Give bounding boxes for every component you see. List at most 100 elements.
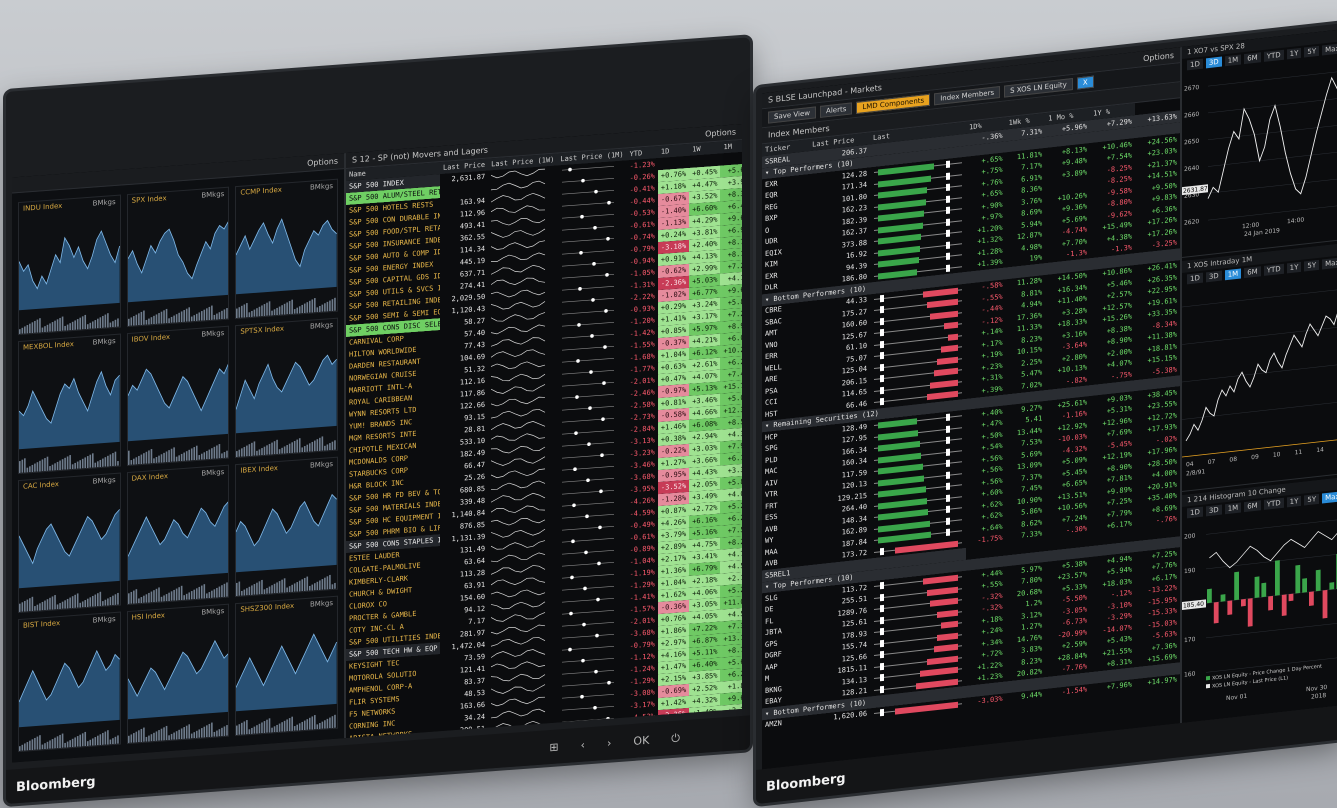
chart-tab[interactable]: 6M <box>1244 266 1261 279</box>
mini-volume-bar <box>331 441 334 451</box>
chart-tab[interactable]: 1Y <box>1286 495 1302 508</box>
mini-volume-bar <box>162 310 165 324</box>
mini-volume-bar <box>183 595 185 601</box>
chart-tab[interactable]: YTD <box>1263 49 1284 62</box>
mini-volume-bar <box>294 308 296 314</box>
histogram-bar <box>1227 600 1233 615</box>
bar-fill <box>940 620 959 629</box>
chart-tab[interactable]: 1M <box>1224 268 1242 281</box>
mini-volume-bar <box>205 593 208 599</box>
mini-chart[interactable]: MEXBOL Index BMkgs <box>18 333 121 475</box>
mini-volume-bar <box>59 734 61 749</box>
row-icon <box>802 450 810 462</box>
chart-tab[interactable]: 1M <box>1224 54 1242 67</box>
chart-tab[interactable]: 1Y <box>1286 261 1302 274</box>
mini-chart[interactable]: IBEX Index BMkgs <box>235 456 338 598</box>
chart-tab[interactable]: 1D <box>1187 506 1203 519</box>
mini-volume-bar <box>132 590 135 604</box>
row-icon <box>802 427 810 439</box>
chart-tab[interactable]: 1Y <box>1286 47 1302 60</box>
monitor-control-button[interactable]: ‹ <box>581 738 585 752</box>
mini-volume-bar <box>36 319 39 333</box>
mini-chart[interactable]: CCMP Index BMkgs <box>235 178 338 320</box>
mini-volume-bar <box>167 318 170 324</box>
bar-marker <box>946 252 951 261</box>
mini-volume-bar <box>251 727 254 734</box>
chart-tab[interactable]: Max <box>1322 257 1337 270</box>
mini-volume-bar <box>152 590 155 603</box>
mini-volume-bar <box>74 594 76 608</box>
launchpad-options-button[interactable]: Options <box>1143 51 1174 63</box>
chart-tab[interactable]: Max <box>1322 43 1337 56</box>
chart-tab[interactable]: 6M <box>1244 500 1261 513</box>
mini-volume-bar <box>54 595 56 610</box>
monitor-control-button[interactable]: ⏻ <box>671 732 680 747</box>
mini-chart[interactable]: SHSZ300 Index BMkgs <box>235 595 338 737</box>
chart-tab[interactable]: 3D <box>1205 270 1222 283</box>
mini-volume-bar <box>276 724 279 733</box>
chart-tab[interactable]: 3D <box>1205 56 1222 69</box>
mini-volume-bar <box>177 455 180 462</box>
mini-volume-bar <box>210 305 213 320</box>
mini-volume-bar <box>274 309 276 316</box>
mini-chart[interactable]: DAX Index BMkgs <box>126 464 230 606</box>
movers-options-button[interactable]: Options <box>705 127 736 138</box>
mini-volume-bar <box>306 444 309 452</box>
toolbar-button[interactable]: Save View <box>768 106 817 124</box>
mini-volume-bar <box>56 604 59 610</box>
mini-chart[interactable]: SPTSX Index BMkgs <box>235 317 338 459</box>
mini-volume-bar <box>170 448 173 462</box>
mini-volume-bar <box>258 449 261 456</box>
mini-volume-bar <box>326 444 329 451</box>
bar-marker <box>946 436 951 445</box>
row-icon <box>802 324 810 336</box>
mini-volume-bar <box>26 325 29 334</box>
mini-volume-bar <box>296 307 299 314</box>
mini-chart[interactable]: IBOV Index BMkgs <box>126 325 230 467</box>
chart-tab[interactable]: 1M <box>1224 502 1242 515</box>
mini-volume-bar <box>213 731 215 737</box>
chart-tab[interactable]: 5Y <box>1304 259 1320 272</box>
chart-tab[interactable]: 5Y <box>1304 493 1320 506</box>
column-header[interactable] <box>801 139 810 152</box>
mini-volume-bar <box>26 742 29 751</box>
bar-fill <box>933 367 959 377</box>
chart-tab[interactable]: YTD <box>1263 263 1284 276</box>
histogram-bar <box>1302 578 1307 593</box>
mini-chart[interactable]: CAC Index BMkgs <box>18 472 121 614</box>
mini-chart-grid: INDU Index BMkgs SPX Index BMkgs CCMP Index B… <box>18 178 338 753</box>
toolbar-button[interactable]: Alerts <box>820 102 853 118</box>
mini-volume-bar <box>109 454 112 467</box>
mini-volume-bar <box>39 318 41 333</box>
chart-tab[interactable]: 1D <box>1187 58 1203 71</box>
mini-chart[interactable]: BIST Index BMkgs <box>18 611 121 753</box>
mini-volume-bar <box>261 579 264 595</box>
mini-chart[interactable]: INDU Index BMkgs <box>18 194 121 336</box>
mini-volume-bar <box>46 456 49 472</box>
chart-tab[interactable]: Max <box>1322 491 1337 504</box>
mini-volume-bar <box>190 316 193 322</box>
monitor-control-button[interactable]: ⊞ <box>549 740 558 755</box>
chart-tab[interactable]: 3D <box>1205 504 1222 517</box>
brand-logo-left: Bloomberg <box>16 774 96 796</box>
charts-options-button[interactable]: Options <box>307 157 338 168</box>
monitor-control-button[interactable]: OK <box>633 734 649 749</box>
chart-tab[interactable]: 6M <box>1244 52 1261 65</box>
last-price-label: 185.40 <box>1183 601 1204 610</box>
chart-tab[interactable]: 5Y <box>1304 45 1320 58</box>
monitor-control-button[interactable]: › <box>607 737 611 751</box>
movers-monitor-panel: S 12 - SP (not) Movers and Lagers Option… <box>346 123 742 739</box>
mini-volume-bar <box>76 593 79 608</box>
mini-chart[interactable]: SPX Index BMkgs <box>126 186 230 328</box>
mini-chart-source: BMkgs <box>309 181 333 192</box>
toolbar-button[interactable]: X <box>1076 75 1094 90</box>
mini-volume-bar <box>155 456 157 464</box>
mini-volume-bar <box>39 603 41 611</box>
row-icon <box>802 519 810 531</box>
chart-tab[interactable]: YTD <box>1263 497 1284 510</box>
gridline <box>1206 622 1337 639</box>
mini-volume-bar <box>44 743 46 750</box>
chart-tab[interactable]: 1D <box>1187 272 1203 285</box>
mini-chart[interactable]: HSI Index BMkgs <box>126 603 230 745</box>
bar-fill <box>937 356 959 365</box>
